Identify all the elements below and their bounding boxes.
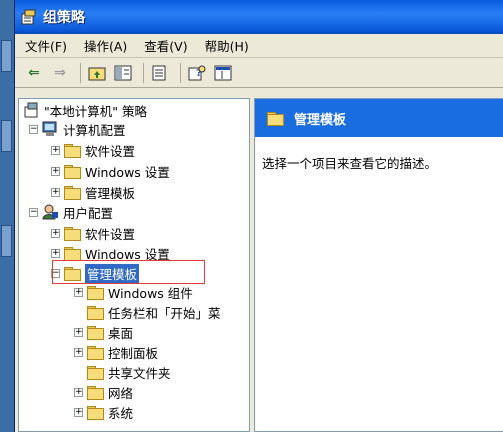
folder-icon (64, 226, 81, 241)
title-bar[interactable]: 组策略 (15, 0, 503, 34)
tree-item-user-software[interactable]: + 软件设置 (51, 224, 135, 242)
tree-item-computer-config[interactable]: − 计算机配置 (29, 120, 126, 138)
tree-item-windows-components[interactable]: + Windows 组件 (74, 283, 193, 301)
export-list-icon[interactable] (149, 62, 171, 84)
expand-icon[interactable]: + (51, 166, 60, 176)
folder-icon (87, 305, 104, 320)
menu-file[interactable]: 文件(F) (25, 36, 67, 55)
tree-item-taskbar[interactable]: 任务栏和「开始」菜 (87, 303, 221, 321)
tree-item-network[interactable]: + 网络 (74, 383, 133, 401)
back-arrow-icon[interactable]: ⇐ (23, 62, 45, 84)
tree-label: 软件设置 (85, 143, 136, 159)
folder-icon (267, 111, 284, 126)
folder-icon (64, 143, 81, 158)
tree-label: 管理模板 (85, 185, 136, 201)
tree-label: 计算机配置 (63, 122, 126, 138)
policy-icon (23, 102, 40, 118)
folder-icon (87, 345, 104, 360)
tree-label: Windows 组件 (108, 285, 193, 301)
group-policy-icon (21, 9, 37, 25)
highlight-box (52, 260, 205, 284)
tree-item-control-panel[interactable]: + 控制面板 (74, 343, 158, 361)
folder-icon (87, 285, 104, 300)
computer-icon (42, 121, 59, 137)
folder-icon (87, 325, 104, 340)
desktop-tab[interactable] (1, 120, 12, 152)
folder-icon (87, 385, 104, 400)
menu-bar: 文件(F) 操作(A) 查看(V) 帮助(H) (15, 34, 503, 58)
detail-title: 管理模板 (294, 112, 347, 128)
expand-icon[interactable]: + (74, 327, 83, 337)
expand-icon[interactable]: + (51, 187, 60, 197)
tree-item-computer-windows[interactable]: + Windows 设置 (51, 162, 170, 180)
folder-icon (64, 246, 81, 261)
expand-icon[interactable]: + (51, 228, 60, 238)
desktop-tab[interactable] (1, 40, 12, 72)
tree-item-desktop[interactable]: + 桌面 (74, 323, 133, 341)
show-tree-icon[interactable] (112, 62, 134, 84)
window-title: 组策略 (43, 10, 85, 26)
expand-icon[interactable]: + (51, 145, 60, 155)
toolbar-separator (180, 62, 181, 83)
expand-icon[interactable]: + (74, 387, 83, 397)
tree-root-label: "本地计算机" 策略 (44, 103, 147, 119)
folder-icon (87, 365, 104, 380)
tree-label: Windows 设置 (85, 164, 170, 180)
tree-item-system[interactable]: + 系统 (74, 403, 133, 421)
tree-label: 任务栏和「开始」菜 (108, 305, 221, 321)
folder-icon (87, 405, 104, 420)
detail-pane: 管理模板 选择一个项目来查看它的描述。 (254, 98, 503, 432)
toolbar: ⇐ ⇒ ? (15, 58, 503, 88)
tree-item-user-config[interactable]: − 用户配置 (29, 203, 113, 221)
tree-label: 共享文件夹 (108, 365, 171, 381)
detail-header: 管理模板 (255, 99, 503, 137)
toolbar-separator (143, 62, 144, 83)
tree-label: 系统 (108, 405, 134, 421)
tree-item-computer-admin[interactable]: + 管理模板 (51, 183, 135, 201)
menu-action[interactable]: 操作(A) (84, 36, 127, 55)
menu-help[interactable]: 帮助(H) (205, 36, 249, 55)
user-icon (42, 204, 59, 220)
collapse-icon[interactable]: − (29, 124, 38, 134)
tree-label: 控制面板 (108, 345, 159, 361)
tree-pane[interactable]: "本地计算机" 策略 − 计算机配置 + 软件设置 + Windows 设置 +… (18, 98, 250, 432)
desktop-strip (0, 0, 14, 432)
expand-icon[interactable]: + (74, 407, 83, 417)
up-folder-icon[interactable] (86, 62, 108, 84)
forward-arrow-icon[interactable]: ⇒ (49, 62, 71, 84)
collapse-icon[interactable]: − (29, 207, 38, 217)
console-icon[interactable] (212, 62, 234, 84)
tree-label: 软件设置 (85, 226, 136, 242)
tree-item-shared-folders[interactable]: 共享文件夹 (87, 363, 171, 381)
desktop-tab[interactable] (1, 225, 12, 257)
folder-icon (64, 185, 81, 200)
group-policy-window: 组策略 文件(F) 操作(A) 查看(V) 帮助(H) ⇐ ⇒ ? "本地计算机… (14, 0, 503, 432)
detail-description: 选择一个项目来查看它的描述。 (262, 156, 438, 171)
tree-item-computer-software[interactable]: + 软件设置 (51, 141, 135, 159)
help-icon[interactable]: ? (186, 62, 208, 84)
menu-view[interactable]: 查看(V) (144, 36, 187, 55)
expand-icon[interactable]: + (74, 287, 83, 297)
folder-icon (64, 164, 81, 179)
toolbar-separator (80, 62, 81, 83)
tree-label: 桌面 (108, 325, 134, 341)
expand-icon[interactable]: + (51, 248, 60, 258)
tree-label: 网络 (108, 385, 134, 401)
tree-root[interactable]: "本地计算机" 策略 (23, 101, 147, 119)
tree-label: 用户配置 (63, 205, 114, 221)
expand-icon[interactable]: + (74, 347, 83, 357)
